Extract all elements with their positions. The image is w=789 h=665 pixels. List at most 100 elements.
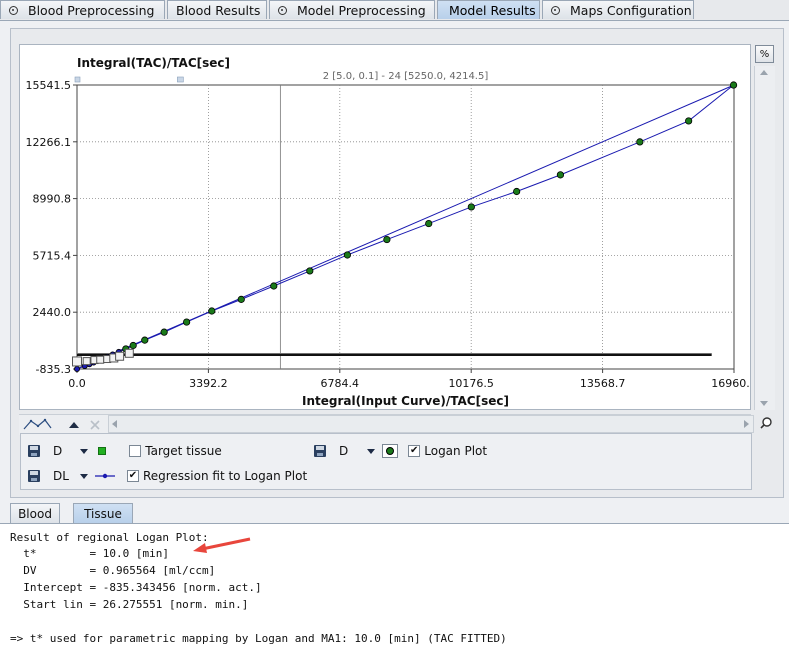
y-tick-label: 12266.1 (26, 136, 72, 149)
logan-plot-area[interactable]: 0.0 3392.2 6784.4 10176.5 13568.7 16960.9 -835… (19, 44, 757, 410)
logan-point (74, 365, 81, 372)
logan-point (513, 187, 521, 196)
logan-point (237, 295, 245, 303)
logan-point (270, 282, 278, 290)
tab-label: Model Results (449, 2, 536, 18)
logan-point (160, 328, 168, 336)
logan-plot-checkbox[interactable]: ✔ (408, 445, 421, 457)
y-tick-label: 15541.5 (26, 79, 72, 92)
bottom-tab-bar: Blood Tissue (10, 503, 789, 523)
tab-label: Tissue (84, 506, 122, 521)
tab-label: Blood Preprocessing (28, 2, 155, 18)
legend-row-target-tissue: D Target tissue (28, 444, 222, 458)
logan-point (636, 138, 644, 146)
x-tick-label: 3392.2 (189, 377, 228, 390)
range-handle-left (74, 76, 81, 83)
dropdown-arrow-icon[interactable] (367, 448, 376, 454)
logan-point (141, 336, 149, 344)
y-tick-label: 5715.4 (33, 249, 72, 262)
y-tick-label: 2440.0 (33, 306, 72, 319)
target-tissue-point (82, 357, 91, 366)
target-tissue-point (96, 355, 105, 364)
logan-point (183, 318, 191, 326)
x-tick-label: 6784.4 (321, 377, 360, 390)
horizontal-scrollbar[interactable] (108, 415, 754, 433)
x-axis-label: Integral(Input Curve)/TAC[sec] (302, 394, 509, 408)
logan-point (425, 219, 433, 228)
x-tick-label: 10176.5 (448, 377, 494, 390)
legend-row-logan-plot: D ✔ Logan Plot (314, 444, 487, 458)
console-line: DV = 0.965564 [ml/ccm] (10, 564, 216, 577)
console-line: Start lin = 26.275551 [norm. min.] (10, 598, 249, 611)
logan-point (343, 251, 351, 259)
marker-preview (382, 444, 399, 458)
legend-label: Regression fit to Logan Plot (142, 469, 308, 483)
tab-blood[interactable]: Blood (10, 503, 60, 523)
logan-point (208, 307, 216, 315)
tab-blood-results[interactable]: Blood Results (167, 0, 267, 19)
tab-label: Blood (18, 506, 52, 521)
tab-model-preprocessing[interactable]: Model Preprocessing (269, 0, 435, 19)
tab-maps-configuration[interactable]: Maps Configuration (542, 0, 694, 19)
logan-point (306, 267, 314, 275)
x-tick-label: 0.0 (68, 377, 86, 390)
target-tissue-point (124, 348, 134, 358)
chart-subtitle: 2 [5.0, 0.1] - 24 [5250.0, 4214.5] (323, 71, 489, 82)
radio-dot-icon (9, 5, 18, 15)
logan-point (556, 171, 565, 179)
logan-point (383, 235, 391, 244)
tab-label: Maps Configuration (570, 2, 692, 18)
legend-row-regression: DL ✔ Regression fit to Logan Plot (28, 469, 307, 483)
curve-code: D (53, 444, 63, 458)
green-circle-marker-icon (386, 447, 395, 455)
y-tick-label: 8990.8 (33, 193, 72, 206)
scroll-up-icon[interactable] (760, 70, 768, 75)
logan-point (129, 341, 137, 350)
curve-style-icon[interactable] (23, 418, 52, 430)
tab-model-results[interactable]: Model Results (437, 0, 540, 19)
dropdown-arrow-icon[interactable] (80, 448, 89, 454)
blue-line-marker-icon (94, 473, 115, 479)
tab-blood-preprocessing[interactable]: Blood Preprocessing (0, 0, 165, 19)
logan-point (685, 117, 693, 125)
top-tab-bar: Blood Preprocessing Blood Results Model … (0, 0, 789, 21)
scroll-down-icon[interactable] (760, 401, 768, 406)
collapse-icon[interactable] (69, 422, 79, 428)
logan-point (467, 203, 475, 211)
logan-plot-chart: 0.0 3392.2 6784.4 10176.5 13568.7 16960.9 -835… (26, 56, 757, 408)
scroll-left-icon[interactable] (112, 420, 117, 428)
plot-tools (23, 418, 100, 430)
console-line: Intercept = -835.343456 [norm. act.] (10, 581, 262, 594)
radio-dot-icon (278, 5, 287, 15)
x-tick-label: 13568.7 (580, 377, 626, 390)
tab-tissue[interactable]: Tissue (73, 503, 133, 523)
legend-label: Target tissue (145, 444, 222, 458)
dropdown-arrow-icon[interactable] (79, 473, 88, 479)
annotation-arrow-icon (193, 537, 251, 553)
chart-title: Integral(TAC)/TAC[sec] (77, 56, 230, 70)
tab-label: Blood Results (176, 2, 261, 18)
tab-label: Model Preprocessing (297, 2, 426, 18)
console-line: => t* used for parametric mapping by Log… (10, 632, 507, 645)
y-tick-label: -835.3 (36, 363, 71, 376)
result-console[interactable]: Result of regional Logan Plot: t* = 10.0… (0, 523, 789, 665)
logan-point (729, 81, 738, 89)
save-disk-icon[interactable] (28, 470, 40, 482)
legend-label: Logan Plot (424, 444, 488, 458)
target-tissue-point (115, 351, 125, 361)
curve-code: D (339, 444, 349, 458)
scroll-right-icon[interactable] (744, 420, 749, 428)
green-square-marker-icon (98, 447, 107, 455)
regression-checkbox[interactable]: ✔ (126, 470, 139, 482)
radio-dot-icon (551, 5, 560, 15)
x-tick-label: 16960.9 (711, 377, 750, 390)
range-handle-right (177, 76, 184, 83)
close-icon[interactable] (90, 420, 100, 430)
magnifier-icon[interactable] (760, 417, 772, 429)
save-disk-icon[interactable] (314, 445, 326, 457)
save-disk-icon[interactable] (28, 445, 40, 457)
percent-button[interactable]: % (755, 45, 774, 63)
target-tissue-checkbox[interactable] (129, 445, 142, 457)
vertical-scrollbar[interactable] (754, 66, 775, 410)
target-tissue-point (72, 356, 82, 367)
